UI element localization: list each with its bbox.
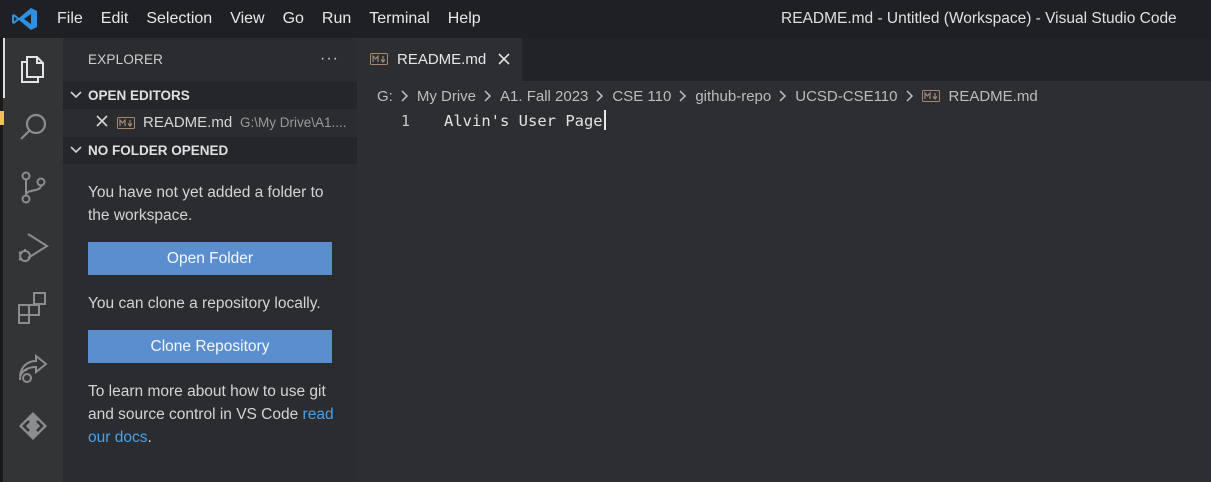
run-debug-icon[interactable]	[14, 228, 52, 266]
markdown-icon	[370, 53, 388, 65]
search-icon[interactable]	[14, 109, 52, 147]
open-editors-section[interactable]: OPEN EDITORS	[63, 82, 357, 109]
chevron-right-icon	[596, 90, 604, 102]
activity-bar-edge	[0, 38, 3, 482]
menu-edit[interactable]: Edit	[92, 0, 138, 38]
live-share-icon[interactable]	[14, 348, 52, 386]
active-indicator	[3, 38, 5, 98]
open-editors-label: OPEN EDITORS	[88, 88, 190, 103]
sidebar-header: EXPLORER ···	[63, 38, 357, 82]
no-folder-label: NO FOLDER OPENED	[88, 143, 229, 158]
no-folder-message: You have not yet added a folder to the w…	[88, 184, 324, 224]
chevron-down-icon	[70, 146, 82, 154]
menu-view[interactable]: View	[221, 0, 273, 38]
clone-message: You can clone a repository locally.	[88, 295, 321, 312]
chevron-right-icon	[679, 90, 687, 102]
open-folder-button[interactable]: Open Folder	[88, 242, 332, 275]
line-content: Alvin's User Page	[444, 112, 603, 130]
menu-go[interactable]: Go	[274, 0, 313, 38]
breadcrumb-item[interactable]: UCSD-CSE110	[795, 88, 897, 105]
learn-more-text: To learn more about how to use git and s…	[88, 380, 350, 449]
more-actions-icon[interactable]: ···	[320, 50, 339, 68]
extensions-icon[interactable]	[14, 288, 52, 326]
open-editor-path: G:\My Drive\A1....	[240, 115, 347, 130]
breadcrumb-item[interactable]: G:	[377, 88, 393, 105]
chevron-right-icon	[484, 90, 492, 102]
remote-icon[interactable]	[14, 408, 52, 446]
menu-run[interactable]: Run	[313, 0, 360, 38]
open-editor-item[interactable]: README.md G:\My Drive\A1....	[63, 109, 357, 137]
markdown-icon	[921, 90, 940, 102]
menu-bar: File Edit Selection View Go Run Terminal…	[48, 0, 490, 38]
title-bar: File Edit Selection View Go Run Terminal…	[0, 0, 1211, 38]
line-text[interactable]: Alvin's User Page	[444, 109, 606, 133]
code-line[interactable]: 1 Alvin's User Page	[357, 109, 1211, 133]
editor-area: README.md G: My Drive A1. Fall 2023 CSE …	[357, 38, 1211, 482]
explorer-icon[interactable]	[14, 49, 52, 87]
breadcrumb-item[interactable]: CSE 110	[612, 88, 671, 105]
activity-marker	[0, 111, 4, 125]
tab-readme[interactable]: README.md	[357, 38, 522, 81]
chevron-down-icon	[70, 91, 82, 99]
breadcrumb-item[interactable]: github-repo	[695, 88, 771, 105]
source-control-icon[interactable]	[14, 168, 52, 206]
menu-selection[interactable]: Selection	[137, 0, 221, 38]
sidebar-title: EXPLORER	[88, 52, 164, 67]
activity-bar	[0, 38, 63, 482]
clone-repository-button[interactable]: Clone Repository	[88, 330, 332, 363]
chevron-right-icon	[779, 90, 787, 102]
close-icon[interactable]	[497, 52, 511, 66]
line-number: 1	[401, 112, 411, 130]
learn-more-message: To learn more about how to use git and s…	[88, 383, 326, 423]
text-cursor	[603, 110, 606, 130]
close-icon[interactable]	[95, 114, 109, 128]
menu-file[interactable]: File	[48, 0, 92, 38]
breadcrumb-item[interactable]: My Drive	[417, 88, 476, 105]
open-editor-filename: README.md	[143, 114, 233, 131]
link-suffix: .	[147, 429, 152, 446]
breadcrumb-item[interactable]: README.md	[949, 88, 1038, 105]
markdown-icon	[117, 117, 135, 129]
tab-bar: README.md	[357, 38, 1211, 81]
breadcrumb: G: My Drive A1. Fall 2023 CSE 110 github…	[377, 82, 1038, 110]
chevron-right-icon	[401, 90, 408, 102]
sidebar: EXPLORER ··· OPEN EDITORS README.md G:\M…	[63, 38, 357, 482]
tab-label: README.md	[397, 51, 487, 68]
no-folder-section[interactable]: NO FOLDER OPENED	[63, 137, 357, 164]
chevron-right-icon	[905, 90, 913, 102]
menu-help[interactable]: Help	[439, 0, 490, 38]
breadcrumb-item[interactable]: A1. Fall 2023	[500, 88, 588, 105]
window-title: README.md - Untitled (Workspace) - Visua…	[781, 10, 1177, 27]
vscode-logo-icon	[12, 7, 38, 31]
menu-terminal[interactable]: Terminal	[360, 0, 438, 38]
